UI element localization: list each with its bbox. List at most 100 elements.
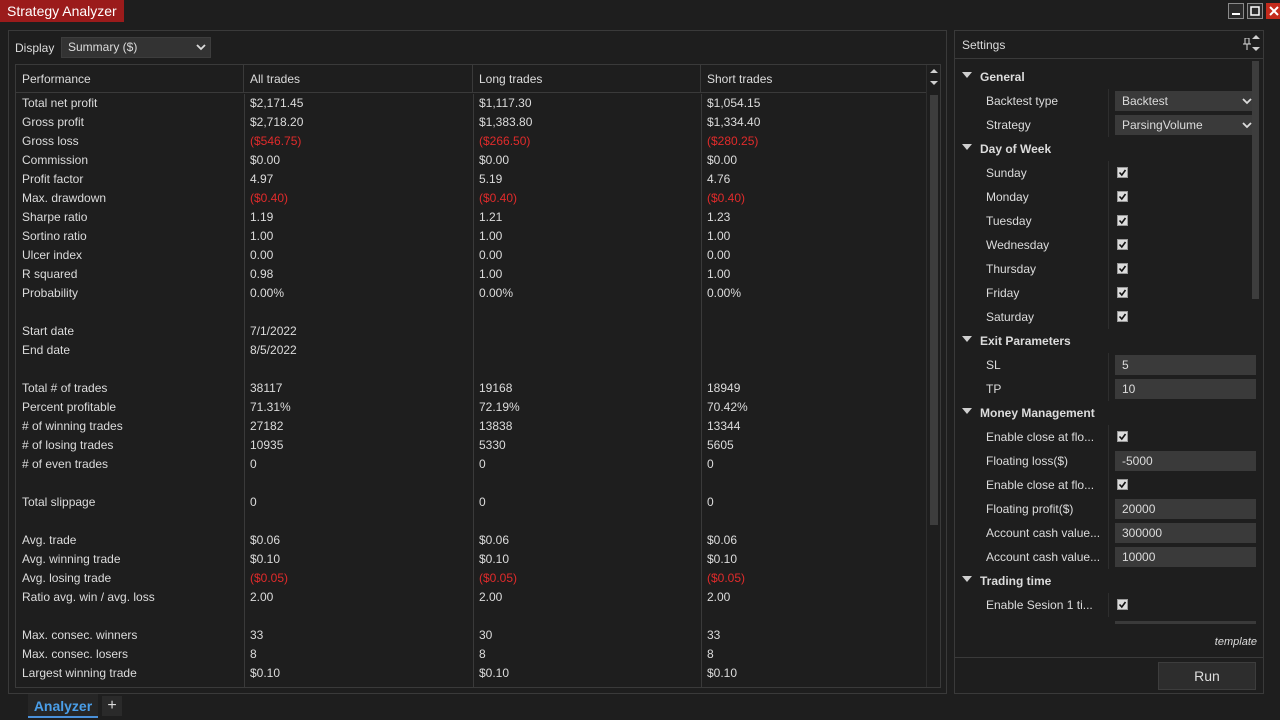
property-checkbox[interactable] [1117, 599, 1128, 610]
expand-arrow-icon[interactable] [962, 408, 972, 414]
table-row[interactable]: Total # of trades 38117 19168 18949 [16, 379, 927, 398]
property-divider [1108, 545, 1109, 569]
table-row[interactable]: # of even trades 0 0 0 [16, 455, 927, 474]
table-row[interactable] [16, 607, 927, 626]
property-divider [1108, 185, 1109, 209]
property-checkbox[interactable] [1117, 311, 1128, 322]
property-divider [1108, 353, 1109, 377]
table-row[interactable]: Start date 7/1/2022 [16, 322, 927, 341]
property-checkbox[interactable] [1117, 239, 1128, 250]
table-row[interactable]: Probability 0.00% 0.00% 0.00% [16, 284, 927, 303]
display-select[interactable]: Summary ($) [61, 37, 211, 58]
table-row[interactable]: Avg. losing trade ($0.05) ($0.05) ($0.05) [16, 569, 927, 588]
property-divider [1108, 449, 1109, 473]
property-value: Backtest [1122, 94, 1169, 108]
maximize-button[interactable] [1247, 3, 1263, 19]
settings-category[interactable]: General [955, 65, 1259, 89]
settings-category[interactable]: Money Management [955, 401, 1259, 425]
metric-value: $0.10 [250, 666, 281, 680]
expand-arrow-icon[interactable] [962, 144, 972, 150]
property-select[interactable]: ParsingVolume [1115, 115, 1256, 135]
expand-arrow-icon[interactable] [962, 336, 972, 342]
header-short-trades[interactable]: Short trades [701, 65, 927, 93]
table-row[interactable]: Max. drawdown ($0.40) ($0.40) ($0.40) [16, 189, 927, 208]
metric-value: $1,383.80 [479, 115, 533, 129]
table-row[interactable] [16, 303, 927, 322]
settings-category[interactable]: Day of Week [955, 137, 1259, 161]
property-input[interactable]: -5000 [1115, 451, 1256, 471]
grid-scrollbar[interactable] [926, 65, 940, 687]
table-row[interactable]: Ulcer index 0.00 0.00 0.00 [16, 246, 927, 265]
expand-arrow-icon[interactable] [962, 576, 972, 582]
property-input[interactable]: 20000 [1115, 499, 1256, 519]
chevron-down-icon [196, 38, 206, 64]
property-select[interactable]: Backtest [1115, 91, 1256, 111]
template-link[interactable]: template [1215, 636, 1257, 648]
table-row[interactable] [16, 360, 927, 379]
tab-analyzer[interactable]: Analyzer [28, 694, 98, 718]
property-divider [1108, 209, 1109, 233]
metric-value [701, 474, 927, 493]
property-checkbox[interactable] [1117, 263, 1128, 274]
table-row[interactable] [16, 474, 927, 493]
metric-label: Start date [22, 324, 75, 338]
metric-value: 5.19 [479, 172, 503, 186]
metric-value: 30 [479, 628, 493, 642]
property-input[interactable]: 300000 [1115, 523, 1256, 543]
table-row[interactable]: Percent profitable 71.31% 72.19% 70.42% [16, 398, 927, 417]
header-long-trades[interactable]: Long trades [473, 65, 701, 93]
metric-label [16, 607, 244, 626]
table-row[interactable]: Avg. trade $0.06 $0.06 $0.06 [16, 531, 927, 550]
table-row[interactable]: # of winning trades 27182 13838 13344 [16, 417, 927, 436]
property-label: TP [986, 382, 1002, 396]
scroll-down-icon[interactable] [927, 79, 940, 89]
metric-value: 71.31% [250, 400, 291, 414]
settings-category[interactable]: Exit Parameters [955, 329, 1259, 353]
table-row[interactable]: Largest winning trade $0.10 $0.10 $0.10 [16, 664, 927, 683]
table-row[interactable]: Commission $0.00 $0.00 $0.00 [16, 151, 927, 170]
property-checkbox[interactable] [1117, 479, 1128, 490]
table-row[interactable]: Gross loss ($546.75) ($266.50) ($280.25) [16, 132, 927, 151]
property-checkbox[interactable] [1117, 191, 1128, 202]
property-checkbox[interactable] [1117, 287, 1128, 298]
scroll-down-icon[interactable] [1249, 45, 1263, 55]
property-checkbox[interactable] [1117, 167, 1128, 178]
metric-value: $0.10 [707, 666, 738, 680]
property-input[interactable]: 5 [1115, 355, 1256, 375]
scroll-up-icon[interactable] [927, 67, 940, 77]
table-row[interactable]: Sharpe ratio 1.19 1.21 1.23 [16, 208, 927, 227]
header-performance[interactable]: Performance [16, 65, 244, 93]
table-row[interactable]: Max. consec. losers 8 8 8 [16, 645, 927, 664]
metric-label: Largest winning trade [22, 666, 137, 680]
scroll-up-icon[interactable] [1249, 33, 1263, 43]
metric-value: ($280.25) [707, 134, 759, 148]
header-all-trades[interactable]: All trades [244, 65, 473, 93]
table-row[interactable]: Avg. winning trade $0.10 $0.10 $0.10 [16, 550, 927, 569]
grid-scroll-thumb[interactable] [930, 95, 938, 525]
expand-arrow-icon[interactable] [962, 72, 972, 78]
table-row[interactable]: Ratio avg. win / avg. loss 2.00 2.00 2.00 [16, 588, 927, 607]
table-row[interactable]: Max. consec. winners 33 30 33 [16, 626, 927, 645]
add-tab-button[interactable]: + [102, 696, 122, 716]
metric-value [701, 512, 927, 531]
property-input[interactable]: 10000 [1115, 547, 1256, 567]
table-row[interactable]: Total slippage 0 0 0 [16, 493, 927, 512]
settings-scroll-thumb[interactable] [1252, 61, 1259, 299]
close-button[interactable] [1266, 3, 1280, 19]
table-row[interactable]: Largest losing trade($0.05)($0.05)($0.05… [16, 683, 927, 687]
minimize-button[interactable] [1228, 3, 1244, 19]
run-button[interactable]: Run [1158, 662, 1256, 690]
table-row[interactable]: End date 8/5/2022 [16, 341, 927, 360]
settings-category[interactable]: Trading time [955, 569, 1259, 593]
table-row[interactable]: Sortino ratio 1.00 1.00 1.00 [16, 227, 927, 246]
property-checkbox[interactable] [1117, 431, 1128, 442]
table-row[interactable]: R squared 0.98 1.00 1.00 [16, 265, 927, 284]
table-row[interactable] [16, 512, 927, 531]
table-row[interactable]: # of losing trades 10935 5330 5605 [16, 436, 927, 455]
property-input[interactable]: 10 [1115, 379, 1256, 399]
table-row[interactable]: Gross profit $2,718.20 $1,383.80 $1,334.40 [16, 113, 927, 132]
property-checkbox[interactable] [1117, 215, 1128, 226]
table-row[interactable]: Total net profit $2,171.45 $1,117.30 $1,054… [16, 94, 927, 113]
table-row[interactable]: Profit factor 4.97 5.19 4.76 [16, 170, 927, 189]
settings-scrollbar[interactable] [1249, 31, 1263, 651]
